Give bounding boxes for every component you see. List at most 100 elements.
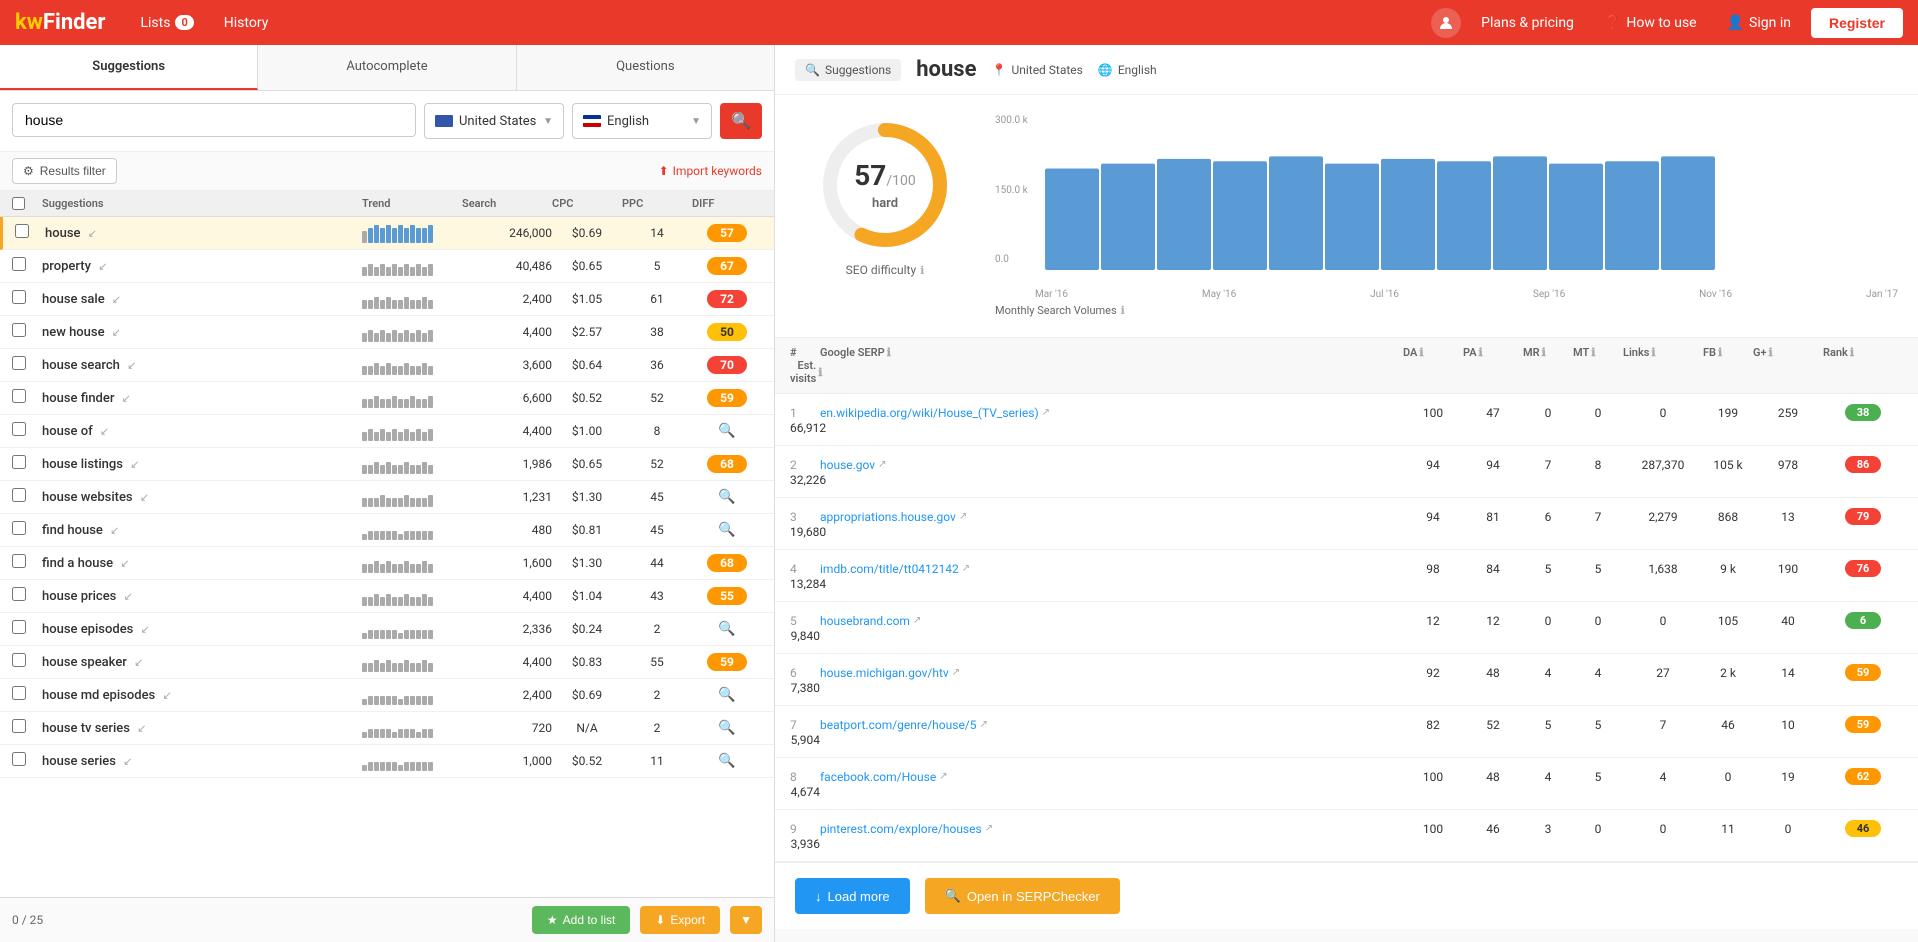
tab-questions[interactable]: Questions [517,45,774,90]
country-chevron-icon: ▼ [543,116,553,127]
search-volume: 480 [462,523,552,537]
table-row[interactable]: house prices ↙ 4,400 $1.04 43 55 [0,580,774,613]
row-checkbox[interactable] [12,686,26,700]
serp-url[interactable]: appropriations.house.gov ↗ [820,510,1403,524]
row-checkbox[interactable] [12,257,26,271]
table-row[interactable]: house websites ↙ 1,231 $1.30 45 🔍 [0,481,774,514]
row-checkbox[interactable] [12,620,26,634]
serp-url[interactable]: en.wikipedia.org/wiki/House_(TV_series) … [820,406,1403,420]
cpc-value: $1.30 [552,490,622,504]
serp-table-row[interactable]: 1 en.wikipedia.org/wiki/House_(TV_series… [775,394,1918,446]
trend-bar [362,399,367,408]
country-select[interactable]: United States ▼ [424,103,564,139]
serp-visits: 7,380 [790,681,820,695]
select-all-checkbox[interactable] [12,197,25,210]
trend-bar [392,300,397,309]
row-checkbox[interactable] [12,587,26,601]
row-checkbox[interactable] [12,554,26,568]
keyword-name: find house ↙ [42,523,362,538]
serp-da: 82 [1403,718,1463,732]
table-row[interactable]: find a house ↙ 1,600 $1.30 44 68 [0,547,774,580]
trend-bar [410,300,415,309]
serp-url[interactable]: beatport.com/genre/house/5 ↗ [820,718,1403,732]
serp-table-row[interactable]: 3 appropriations.house.gov ↗ 94 81 6 7 2… [775,498,1918,550]
table-row[interactable]: house finder ↙ 6,600 $0.52 52 59 [0,382,774,415]
register-button[interactable]: Register [1811,8,1903,38]
serp-gplus: 978 [1753,458,1823,472]
serp-url[interactable]: housebrand.com ↗ [820,614,1403,628]
cpc-value: $1.30 [552,556,622,570]
row-checkbox[interactable] [12,422,26,436]
row-checkbox[interactable] [12,521,26,535]
serp-table-row[interactable]: 5 housebrand.com ↗ 12 12 0 0 0 105 40 6 … [775,602,1918,654]
trend-bar [374,396,379,408]
add-to-list-button[interactable]: ★ Add to list [532,906,630,934]
serp-table-row[interactable]: 6 house.michigan.gov/htv ↗ 92 48 4 4 27 … [775,654,1918,706]
table-row[interactable]: property ↙ 40,486 $0.65 5 67 [0,250,774,283]
table-row[interactable]: house tv series ↙ 720 N/A 2 🔍 [0,712,774,745]
serp-url[interactable]: house.michigan.gov/htv ↗ [820,666,1403,680]
open-serp-button[interactable]: 🔍 Open in SERPChecker [925,878,1120,914]
serp-table-row[interactable]: 7 beatport.com/genre/house/5 ↗ 82 52 5 5… [775,706,1918,758]
col-mt: MT ℹ [1573,346,1623,359]
serp-table-row[interactable]: 9 pinterest.com/explore/houses ↗ 100 46 … [775,810,1918,862]
row-checkbox[interactable] [12,356,26,370]
row-checkbox[interactable] [15,224,29,238]
serp-url[interactable]: pinterest.com/explore/houses ↗ [820,822,1403,836]
trend-bar [404,630,409,639]
serp-visits: 3,936 [790,837,820,851]
table-row[interactable]: new house ↙ 4,400 $2.57 38 50 [0,316,774,349]
lang-chevron-icon: ▼ [691,116,701,127]
serp-table-row[interactable]: 2 house.gov ↗ 94 94 7 8 287,370 105 k 97… [775,446,1918,498]
tab-suggestions[interactable]: Suggestions [0,45,258,90]
row-checkbox[interactable] [12,719,26,733]
col-rank: Rank ℹ [1823,346,1903,359]
history-nav-item[interactable]: History [209,0,284,45]
row-checkbox[interactable] [12,752,26,766]
import-keywords-link[interactable]: ⬆ Import keywords [659,164,762,178]
serp-url[interactable]: imdb.com/title/tt0412142 ↗ [820,562,1403,576]
row-checkbox[interactable] [12,488,26,502]
trend-bar [404,297,409,309]
serp-visits: 32,226 [790,473,820,487]
serp-table-row[interactable]: 4 imdb.com/title/tt0412142 ↗ 98 84 5 5 1… [775,550,1918,602]
serp-url[interactable]: facebook.com/House ↗ [820,770,1403,784]
table-row[interactable]: house md episodes ↙ 2,400 $0.69 2 🔍 [0,679,774,712]
filter-button[interactable]: ⚙ Results filter [12,158,117,184]
export-more-button[interactable]: ▼ [730,906,762,934]
serp-table-row[interactable]: 8 facebook.com/House ↗ 100 48 4 5 4 0 19… [775,758,1918,810]
row-checkbox[interactable] [12,653,26,667]
y-label-mid: 150.0 k [995,185,1035,196]
table-row[interactable]: find house ↙ 480 $0.81 45 🔍 [0,514,774,547]
how-to-use-link[interactable]: ❓ How to use [1594,15,1707,31]
table-row[interactable]: house listings ↙ 1,986 $0.65 52 68 [0,448,774,481]
plans-pricing-link[interactable]: Plans & pricing [1471,15,1584,31]
serp-url[interactable]: house.gov ↗ [820,458,1403,472]
search-button[interactable]: 🔍 [720,103,762,139]
table-row[interactable]: house sale ↙ 2,400 $1.05 61 72 [0,283,774,316]
tab-autocomplete[interactable]: Autocomplete [258,45,516,90]
lists-nav-item[interactable]: Lists 0 [125,0,208,45]
rank-badge: 62 [1845,768,1881,785]
serp-row-num: 5 [790,614,820,628]
table-row[interactable]: house ↙ 246,000 $0.69 14 57 [0,217,774,250]
language-select[interactable]: English ▼ [572,103,712,139]
table-row[interactable]: house episodes ↙ 2,336 $0.24 2 🔍 [0,613,774,646]
table-row[interactable]: house search ↙ 3,600 $0.64 36 70 [0,349,774,382]
row-checkbox[interactable] [12,455,26,469]
table-row[interactable]: house series ↙ 1,000 $0.52 11 🔍 [0,745,774,778]
load-more-button[interactable]: ↓ Load more [795,878,910,914]
search-input[interactable] [12,103,416,137]
sign-in-link[interactable]: 👤 Sign in [1717,15,1801,31]
row-checkbox[interactable] [12,389,26,403]
export-button[interactable]: ⬇ Export [640,906,720,934]
cpc-value: $0.65 [552,259,622,273]
row-checkbox[interactable] [12,290,26,304]
logo[interactable]: kwFinder [15,10,105,35]
row-checkbox[interactable] [12,323,26,337]
diff-cell: 🔍 [692,720,762,736]
cpc-value: $0.64 [552,358,622,372]
table-row[interactable]: house of ↙ 4,400 $1.00 8 🔍 [0,415,774,448]
search-volume: 2,336 [462,622,552,636]
table-row[interactable]: house speaker ↙ 4,400 $0.83 55 59 [0,646,774,679]
